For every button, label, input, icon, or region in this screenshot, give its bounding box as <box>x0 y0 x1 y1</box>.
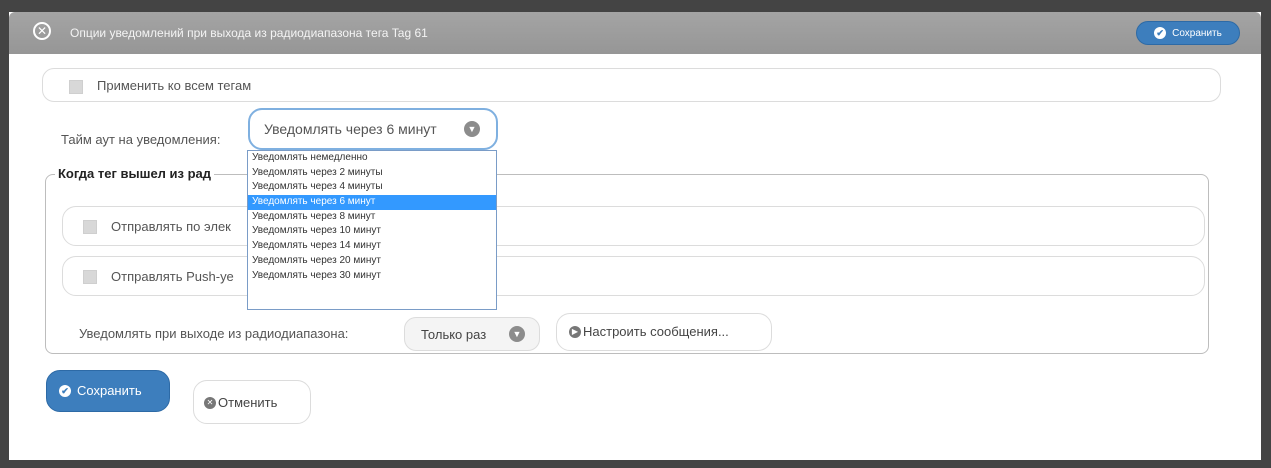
notify-frequency-select[interactable]: Только раз ▼ <box>404 317 540 351</box>
timeout-select[interactable]: Уведомлять через 6 минут ▼ <box>248 108 498 150</box>
timeout-option[interactable]: Уведомлять через 30 минут <box>248 269 496 284</box>
window-frame-left <box>0 0 9 468</box>
timeout-option[interactable]: Уведомлять через 10 минут <box>248 224 496 239</box>
timeout-option[interactable]: Уведомлять через 4 минуты <box>248 180 496 195</box>
check-icon: ✔ <box>59 385 71 397</box>
save-label: Сохранить <box>77 383 142 398</box>
apply-all-row[interactable]: Применить ко всем тегам <box>42 68 1221 102</box>
timeout-option[interactable]: Уведомлять через 8 минут <box>248 210 496 225</box>
header-save-label: Сохранить <box>1172 27 1222 39</box>
configure-messages-label: Настроить сообщения... <box>583 324 729 339</box>
timeout-selected-value: Уведомлять через 6 минут <box>264 121 437 137</box>
timeout-option[interactable]: Уведомлять через 14 минут <box>248 239 496 254</box>
check-icon: ✔ <box>1154 27 1167 39</box>
configure-messages-button[interactable]: ▶ Настроить сообщения... <box>556 313 772 351</box>
push-row[interactable]: Отправлять Push-уе <box>62 256 1205 296</box>
cancel-label: Отменить <box>218 395 278 410</box>
timeout-option[interactable]: Уведомлять немедленно <box>248 151 496 166</box>
chevron-down-icon: ▼ <box>509 326 525 342</box>
arrow-right-icon: ▶ <box>569 326 581 338</box>
push-label: Отправлять Push-уе <box>111 269 234 284</box>
apply-all-checkbox[interactable] <box>69 80 83 94</box>
dialog-title: Опции уведомлений при выхода из радиодиа… <box>70 26 428 40</box>
save-button[interactable]: ✔ Сохранить <box>46 370 170 412</box>
notify-frequency-value: Только раз <box>421 327 487 342</box>
timeout-option[interactable]: Уведомлять через 20 минут <box>248 254 496 269</box>
close-icon[interactable]: ✕ <box>33 22 51 40</box>
email-label: Отправлять по элек <box>111 219 231 234</box>
window-frame-top <box>0 0 1271 12</box>
timeout-option[interactable]: Уведомлять через 6 минут <box>248 195 496 210</box>
push-checkbox[interactable] <box>83 270 97 284</box>
timeout-options-list[interactable]: Уведомлять немедленно Уведомлять через 2 … <box>247 150 497 310</box>
cancel-icon: ✕ <box>204 397 216 409</box>
cancel-button[interactable]: ✕ Отменить <box>193 380 311 424</box>
window-frame-right <box>1261 0 1271 468</box>
notify-on-exit-label: Уведомлять при выходе из радиодиапазона: <box>79 326 349 341</box>
header-save-button[interactable]: ✔ Сохранить <box>1136 21 1240 45</box>
chevron-down-icon: ▼ <box>464 121 480 137</box>
window-frame-bottom <box>0 460 1271 468</box>
fieldset-legend: Когда тег вышел из рад <box>55 166 215 181</box>
timeout-option[interactable]: Уведомлять через 2 минуты <box>248 166 496 181</box>
timeout-label: Тайм аут на уведомления: <box>61 132 221 147</box>
email-checkbox[interactable] <box>83 220 97 234</box>
apply-all-label: Применить ко всем тегам <box>97 78 252 93</box>
dialog-titlebar: ✕ Опции уведомлений при выхода из радиод… <box>9 12 1261 54</box>
email-row[interactable]: Отправлять по элек <box>62 206 1205 246</box>
